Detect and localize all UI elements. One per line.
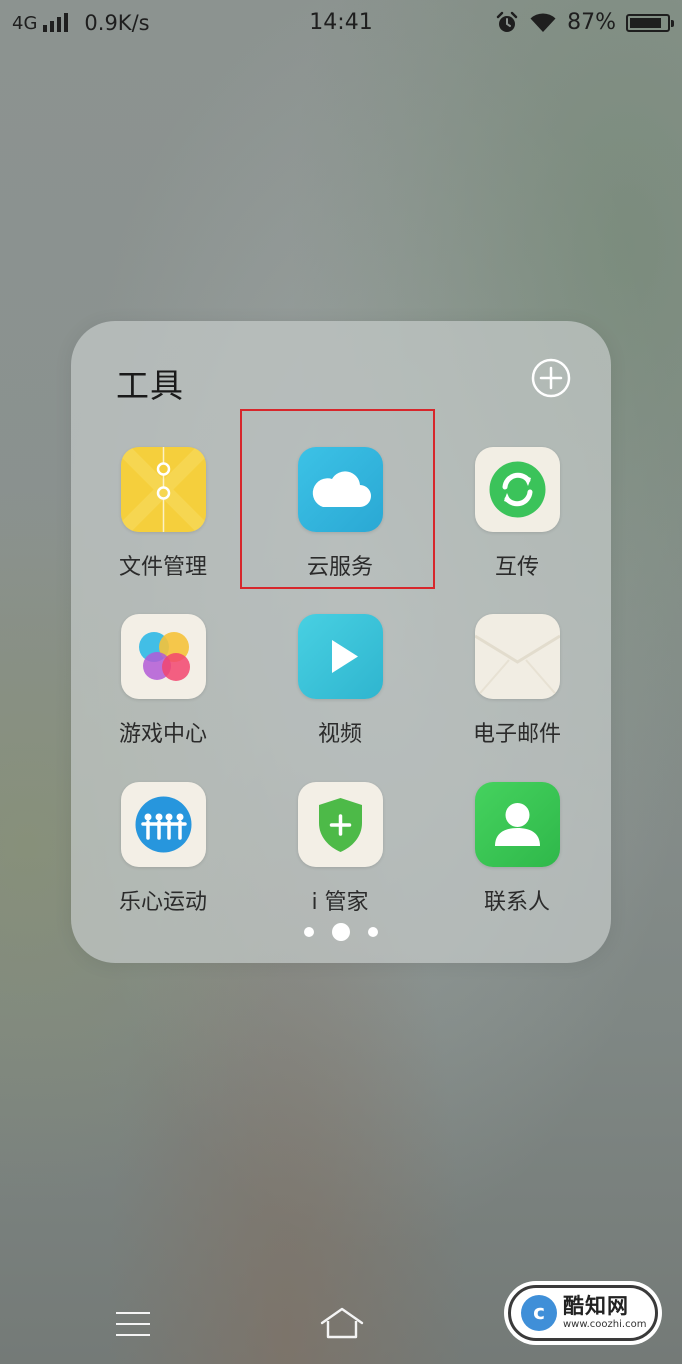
page-dot[interactable] [304,927,314,937]
battery-percent: 87% [567,10,616,35]
game-center-icon [121,614,206,699]
battery-fill [630,17,662,28]
app-video[interactable]: 视频 [265,614,415,764]
page-indicator [71,923,611,941]
app-sports[interactable]: 乐心运动 [88,782,238,932]
app-label: 文件管理 [118,555,207,580]
alarm-icon [496,11,518,32]
app-i-manager[interactable]: i 管家 [265,782,415,932]
app-game-center[interactable]: 游戏中心 [88,614,238,764]
status-right: 87% [495,10,674,35]
app-label: 游戏中心 [118,722,207,747]
shield-icon [298,782,383,867]
status-bar: 4G 0.9K/s 14:41 87% [0,0,682,46]
watermark-name: 酷知网 [563,1294,629,1318]
transfer-icon [475,447,560,532]
home-icon[interactable] [319,1306,365,1342]
page-dot-active[interactable] [332,923,350,941]
tools-folder: 工具 文件管理 云服务 互传 游戏中心 视频 电子邮件 乐心运动 i 管家 联系… [71,321,611,963]
watermark-logo-letter: c [533,1300,545,1324]
app-label: 乐心运动 [118,890,207,915]
app-transfer[interactable]: 互传 [442,447,592,597]
sports-icon [121,782,206,867]
plus-circle-icon[interactable] [531,358,571,398]
app-email[interactable]: 电子邮件 [442,614,592,764]
wifi-icon [530,12,556,32]
watermark-text: 酷知网 www.coozhi.com [563,1296,646,1330]
app-label: 互传 [494,555,539,580]
file-manager-icon [121,447,206,532]
watermark: c 酷知网 www.coozhi.com [508,1285,658,1341]
watermark-logo: c [521,1295,557,1331]
video-play-icon [298,614,383,699]
menu-icon[interactable] [116,1310,150,1338]
folder-title: 工具 [116,366,184,405]
contacts-icon [475,782,560,867]
app-label: 视频 [317,722,362,747]
watermark-url: www.coozhi.com [563,1319,647,1330]
app-contacts[interactable]: 联系人 [442,782,592,932]
app-label: 联系人 [483,890,550,915]
app-label: i 管家 [311,890,369,915]
app-file-manager[interactable]: 文件管理 [88,447,238,597]
battery-icon [626,13,674,32]
email-icon [475,614,560,699]
app-label: 电子邮件 [472,722,561,747]
page-dot[interactable] [368,927,378,937]
highlight-box [240,409,435,589]
